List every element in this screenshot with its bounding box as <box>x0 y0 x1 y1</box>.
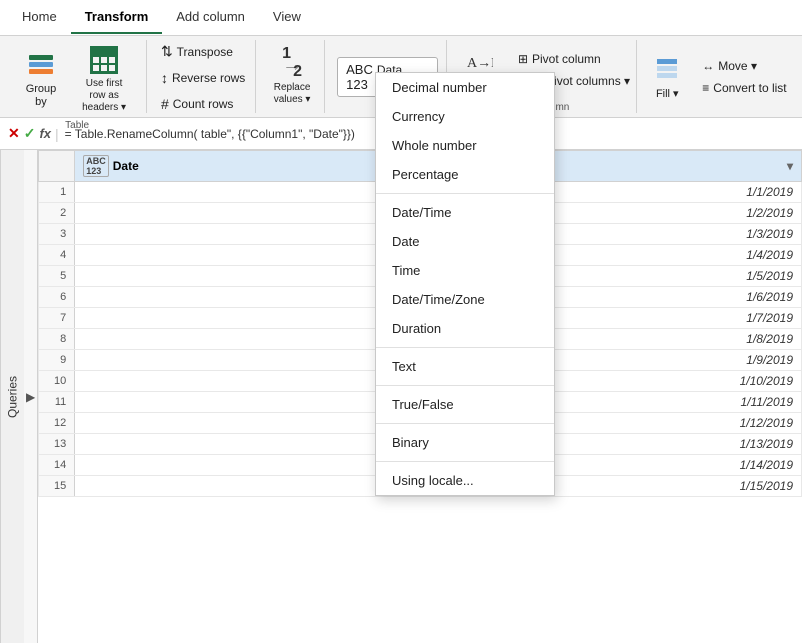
dropdown-item-locale[interactable]: Using locale... <box>376 466 554 495</box>
replace-values-icon: 1 2 → <box>276 48 308 80</box>
pivot-column-button[interactable]: ⊞ Pivot column <box>512 49 636 69</box>
row-number-cell: 2 <box>39 203 75 224</box>
convert-to-list-button[interactable]: ≡ Convert to list <box>696 78 792 98</box>
fill-icon <box>651 53 683 85</box>
row-number-cell: 13 <box>39 434 75 455</box>
svg-text:A→B: A→B <box>467 56 493 71</box>
tab-home[interactable]: Home <box>8 1 71 34</box>
row-number-cell: 10 <box>39 371 75 392</box>
separator-2 <box>376 347 554 348</box>
row-number-cell: 4 <box>39 245 75 266</box>
dropdown-item-whole[interactable]: Whole number <box>376 131 554 160</box>
first-row-headers-button[interactable]: Use first row asheaders ▾ <box>70 40 138 118</box>
transpose-button[interactable]: ⇅ Transpose <box>155 40 239 63</box>
first-row-icon <box>88 44 120 76</box>
ribbon-group-replace: 1 2 → Replacevalues ▾ <box>260 40 325 113</box>
group-by-button[interactable]: Groupby <box>16 45 66 113</box>
reverse-rows-button[interactable]: ↕ Reverse rows <box>155 67 251 89</box>
replace-values-button[interactable]: 1 2 → Replacevalues ▾ <box>266 44 319 110</box>
separator-5 <box>376 461 554 462</box>
datatype-icon: ABC123 <box>346 62 373 92</box>
transpose-icon: ⇅ <box>161 43 173 60</box>
convert-icon: ≡ <box>702 81 709 95</box>
dropdown-item-duration[interactable]: Duration <box>376 314 554 343</box>
formula-confirm-icon[interactable]: ✓ <box>24 125 36 142</box>
row-number-cell: 3 <box>39 224 75 245</box>
formula-cancel-icon[interactable]: ✕ <box>8 125 20 142</box>
dropdown-item-datetime[interactable]: Date/Time <box>376 198 554 227</box>
dropdown-item-currency[interactable]: Currency <box>376 102 554 131</box>
dropdown-item-decimal[interactable]: Decimal number <box>376 73 554 102</box>
row-number-cell: 15 <box>39 476 75 497</box>
move-icon: ↔ <box>702 59 714 73</box>
reverse-icon: ↕ <box>161 70 168 86</box>
dropdown-item-text[interactable]: Text <box>376 352 554 381</box>
queries-sidebar[interactable]: Queries <box>0 150 24 643</box>
row-number-cell: 1 <box>39 182 75 203</box>
dropdown-item-datetimezone[interactable]: Date/Time/Zone <box>376 285 554 314</box>
fill-button[interactable]: Fill ▾ <box>642 49 692 104</box>
expand-icon: ▶ <box>26 390 35 404</box>
column-dropdown-arrow[interactable]: ▾ <box>787 159 793 173</box>
row-number-cell: 8 <box>39 329 75 350</box>
count-rows-button[interactable]: # Count rows <box>155 93 240 115</box>
dropdown-item-truefalse[interactable]: True/False <box>376 390 554 419</box>
datatype-dropdown-menu: Decimal number Currency Whole number Per… <box>375 72 555 496</box>
dropdown-item-binary[interactable]: Binary <box>376 428 554 457</box>
sidebar-expand-arrow[interactable]: ▶ <box>24 150 38 643</box>
row-number-cell: 11 <box>39 392 75 413</box>
dropdown-item-percentage[interactable]: Percentage <box>376 160 554 189</box>
row-number-cell: 6 <box>39 287 75 308</box>
dropdown-item-date[interactable]: Date <box>376 227 554 256</box>
separator-1 <box>376 193 554 194</box>
tab-add-column[interactable]: Add column <box>162 1 259 34</box>
ribbon-group-table: Groupby Use first row asheaders ▾ Table <box>8 40 147 113</box>
ribbon-tabs: Home Transform Add column View <box>0 0 802 36</box>
column-name: Date <box>113 159 139 173</box>
formula-fx-icon: fx <box>39 126 51 141</box>
row-number-header <box>39 151 75 182</box>
row-number-cell: 14 <box>39 455 75 476</box>
ribbon-group-fill: Fill ▾ ↔ Move ▾ ≡ Convert to list <box>641 40 794 113</box>
row-number-cell: 7 <box>39 308 75 329</box>
tab-view[interactable]: View <box>259 1 315 34</box>
dropdown-item-time[interactable]: Time <box>376 256 554 285</box>
column-type-icon[interactable]: ABC123 <box>83 155 109 177</box>
pivot-icon: ⊞ <box>518 52 528 66</box>
count-icon: # <box>161 96 169 112</box>
move-button[interactable]: ↔ Move ▾ <box>696 56 792 76</box>
group-by-icon <box>25 49 57 81</box>
tab-transform[interactable]: Transform <box>71 1 163 34</box>
separator-4 <box>376 423 554 424</box>
row-number-cell: 5 <box>39 266 75 287</box>
row-number-cell: 12 <box>39 413 75 434</box>
row-number-cell: 9 <box>39 350 75 371</box>
ribbon-group-transform: ⇅ Transpose ↕ Reverse rows # Count rows <box>151 40 256 113</box>
separator-3 <box>376 385 554 386</box>
